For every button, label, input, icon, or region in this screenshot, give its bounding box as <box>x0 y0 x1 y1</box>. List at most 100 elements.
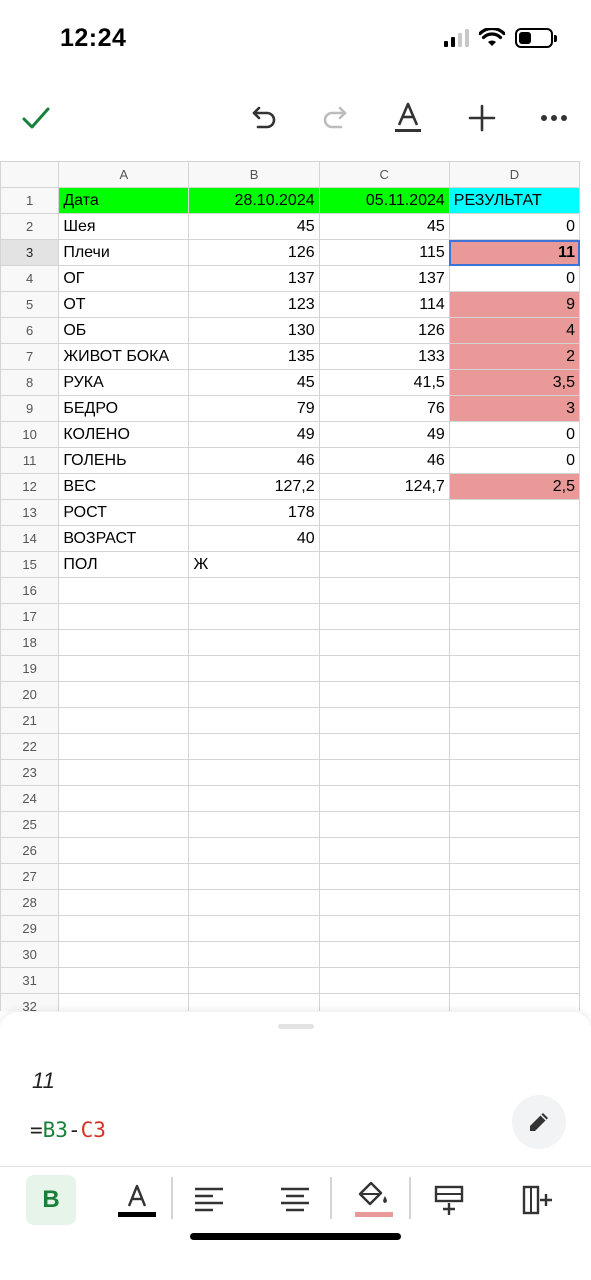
cell-c32[interactable] <box>318 993 450 1011</box>
edit-formula-button[interactable] <box>512 1095 566 1149</box>
insert-row-button[interactable] <box>424 1175 474 1225</box>
cell-b12[interactable]: 127,2 <box>188 473 320 500</box>
cell-b3[interactable]: 126 <box>188 239 320 266</box>
cell-a12[interactable]: ВЕС <box>58 473 190 500</box>
row-header[interactable]: 12 <box>0 473 60 500</box>
done-button[interactable] <box>14 96 58 140</box>
cell-c17[interactable] <box>318 603 450 630</box>
cell-d13[interactable] <box>448 499 581 526</box>
cell-d5[interactable]: 9 <box>448 291 581 318</box>
text-format-button[interactable] <box>386 96 430 140</box>
cell-c22[interactable] <box>318 733 450 760</box>
cell-c29[interactable] <box>318 915 450 942</box>
insert-column-button[interactable] <box>512 1175 562 1225</box>
cell-d23[interactable] <box>448 759 581 786</box>
cell-a17[interactable] <box>58 603 190 630</box>
row-header[interactable]: 22 <box>0 733 60 760</box>
cell-b5[interactable]: 123 <box>188 291 320 318</box>
fill-color-button[interactable] <box>348 1175 398 1225</box>
redo-button[interactable] <box>314 96 358 140</box>
row-header[interactable]: 7 <box>0 343 60 370</box>
bold-button[interactable]: B <box>26 1175 76 1225</box>
row-header[interactable]: 6 <box>0 317 60 344</box>
cell-b11[interactable]: 46 <box>188 447 320 474</box>
cell-d14[interactable] <box>448 525 581 552</box>
cell-b19[interactable] <box>188 655 320 682</box>
cell-a15[interactable]: ПОЛ <box>58 551 190 578</box>
cell-a23[interactable] <box>58 759 190 786</box>
cell-a5[interactable]: ОТ <box>58 291 190 318</box>
cell-c3[interactable]: 115 <box>318 239 450 266</box>
cell-a6[interactable]: ОБ <box>58 317 190 344</box>
row-header[interactable]: 18 <box>0 629 60 656</box>
cell-d11[interactable]: 0 <box>448 447 581 474</box>
cell-d27[interactable] <box>448 863 581 890</box>
cell-c13[interactable] <box>318 499 450 526</box>
row-header[interactable]: 14 <box>0 525 60 552</box>
cell-c5[interactable]: 114 <box>318 291 450 318</box>
cell-a26[interactable] <box>58 837 190 864</box>
row-header[interactable]: 28 <box>0 889 60 916</box>
align-center-button[interactable] <box>270 1175 320 1225</box>
cell-a7[interactable]: ЖИВОТ БОКА <box>58 343 190 370</box>
cell-a10[interactable]: КОЛЕНО <box>58 421 190 448</box>
cell-a19[interactable] <box>58 655 190 682</box>
cell-d26[interactable] <box>448 837 581 864</box>
formula-text[interactable]: =B3-C3 <box>30 1118 106 1142</box>
cell-b24[interactable] <box>188 785 320 812</box>
row-header[interactable]: 16 <box>0 577 60 604</box>
cell-b23[interactable] <box>188 759 320 786</box>
row-header[interactable]: 11 <box>0 447 60 474</box>
cell-d7[interactable]: 2 <box>448 343 581 370</box>
cell-c25[interactable] <box>318 811 450 838</box>
row-header[interactable]: 26 <box>0 837 60 864</box>
cell-d29[interactable] <box>448 915 581 942</box>
row-header[interactable]: 32 <box>0 993 60 1011</box>
cell-a9[interactable]: БЕДРО <box>58 395 190 422</box>
cell-c9[interactable]: 76 <box>318 395 450 422</box>
cell-b9[interactable]: 79 <box>188 395 320 422</box>
column-header-c[interactable]: C <box>318 161 450 188</box>
cell-a8[interactable]: РУКА <box>58 369 190 396</box>
more-options-button[interactable] <box>532 96 576 140</box>
row-header[interactable]: 9 <box>0 395 60 422</box>
cell-d4[interactable]: 0 <box>448 265 581 292</box>
cell-a13[interactable]: РОСТ <box>58 499 190 526</box>
row-header[interactable]: 4 <box>0 265 60 292</box>
cell-b29[interactable] <box>188 915 320 942</box>
cell-a1[interactable]: Дата <box>58 187 190 214</box>
cell-c1[interactable]: 05.11.2024 <box>318 187 450 214</box>
cell-c11[interactable]: 46 <box>318 447 450 474</box>
row-header[interactable]: 27 <box>0 863 60 890</box>
cell-d16[interactable] <box>448 577 581 604</box>
row-header[interactable]: 20 <box>0 681 60 708</box>
column-header-a[interactable]: A <box>58 161 190 188</box>
cell-b16[interactable] <box>188 577 320 604</box>
cell-a30[interactable] <box>58 941 190 968</box>
cell-d2[interactable]: 0 <box>448 213 581 240</box>
cell-c15[interactable] <box>318 551 450 578</box>
row-header[interactable]: 5 <box>0 291 60 318</box>
cell-b31[interactable] <box>188 967 320 994</box>
cell-a11[interactable]: ГОЛЕНЬ <box>58 447 190 474</box>
cell-a22[interactable] <box>58 733 190 760</box>
cell-b1[interactable]: 28.10.2024 <box>188 187 320 214</box>
cell-c14[interactable] <box>318 525 450 552</box>
cell-b30[interactable] <box>188 941 320 968</box>
cell-d32[interactable] <box>448 993 581 1011</box>
cell-c12[interactable]: 124,7 <box>318 473 450 500</box>
cell-c16[interactable] <box>318 577 450 604</box>
cell-c30[interactable] <box>318 941 450 968</box>
cell-b17[interactable] <box>188 603 320 630</box>
cell-b26[interactable] <box>188 837 320 864</box>
cell-b22[interactable] <box>188 733 320 760</box>
cell-a27[interactable] <box>58 863 190 890</box>
select-all-corner[interactable] <box>0 161 60 188</box>
spreadsheet-grid[interactable]: A B C D 1 Дата 28.10.2024 05.11.2024 РЕЗУЛЬТ… <box>0 161 591 1011</box>
cell-a2[interactable]: Шея <box>58 213 190 240</box>
row-header[interactable]: 1 <box>0 187 60 214</box>
cell-a3[interactable]: Плечи <box>58 239 190 266</box>
cell-d20[interactable] <box>448 681 581 708</box>
cell-d9[interactable]: 3 <box>448 395 581 422</box>
cell-c2[interactable]: 45 <box>318 213 450 240</box>
